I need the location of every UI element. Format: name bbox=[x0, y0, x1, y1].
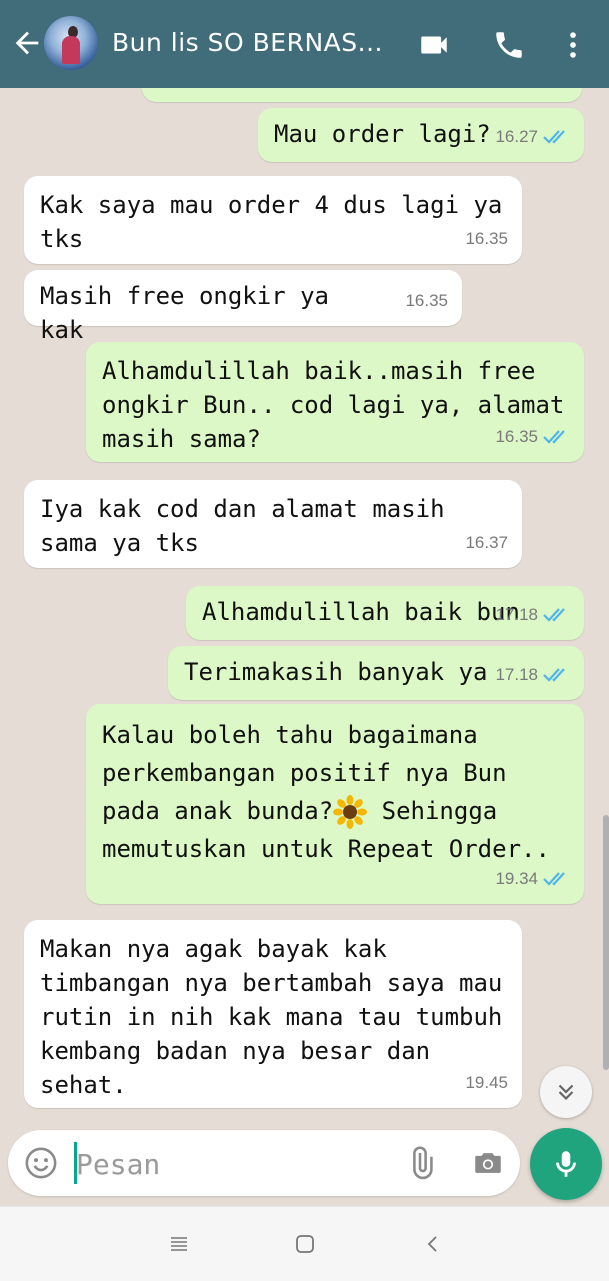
camera-icon[interactable] bbox=[470, 1146, 506, 1180]
nav-back-icon[interactable] bbox=[422, 1233, 444, 1255]
read-ticks-icon bbox=[543, 608, 565, 622]
message-bubble-incoming[interactable]: Makan nya agak bayak kak timbangan nya b… bbox=[24, 920, 522, 1108]
message-meta: 16.35 bbox=[465, 222, 508, 256]
emoji-icon[interactable] bbox=[24, 1146, 58, 1180]
message-input[interactable] bbox=[74, 1142, 378, 1186]
chat-header: Bun lis SO BERNAS... bbox=[0, 0, 609, 88]
message-bubble-outgoing[interactable]: Kalau boleh tahu bagaimana perkembangan … bbox=[86, 704, 584, 904]
more-vert-icon[interactable] bbox=[556, 28, 590, 62]
message-text: Iya kak cod dan alamat masih sama ya tks bbox=[40, 495, 460, 557]
message-bubble-incoming[interactable]: Kak saya mau order 4 dus lagi ya tks 16.… bbox=[24, 176, 522, 264]
message-text: Makan nya agak bayak kak timbangan nya b… bbox=[40, 935, 517, 1099]
message-meta: 16.27 bbox=[495, 120, 570, 154]
message-meta: 16.35 bbox=[495, 420, 570, 454]
video-call-icon[interactable] bbox=[417, 28, 451, 62]
message-time: 16.35 bbox=[405, 291, 448, 310]
message-time: 19.45 bbox=[465, 1073, 508, 1092]
message-meta: 19.34 bbox=[495, 862, 570, 896]
message-time: 19.34 bbox=[495, 869, 538, 888]
scroll-to-bottom-button[interactable] bbox=[540, 1066, 592, 1118]
recent-apps-icon[interactable] bbox=[168, 1233, 190, 1255]
message-meta: 19.45 bbox=[465, 1066, 508, 1100]
home-icon[interactable] bbox=[294, 1233, 316, 1255]
double-chevron-down-icon bbox=[558, 1084, 574, 1101]
attach-icon[interactable] bbox=[404, 1146, 438, 1180]
message-meta: 16.37 bbox=[465, 526, 508, 560]
message-bubble-outgoing[interactable]: Terimakasih banyak ya 17.18 bbox=[168, 646, 584, 700]
message-meta: 17.18 bbox=[495, 598, 570, 632]
message-meta: 16.35 bbox=[405, 284, 448, 318]
message-bubble-outgoing[interactable]: Mau order lagi? 16.27 bbox=[258, 108, 584, 162]
contact-avatar[interactable] bbox=[44, 16, 98, 70]
read-ticks-icon bbox=[543, 668, 565, 682]
chat-thread[interactable]: Mau order lagi? 16.27 Kak saya mau order… bbox=[0, 88, 609, 1128]
phone-icon[interactable] bbox=[492, 28, 526, 62]
mic-icon bbox=[556, 1151, 576, 1177]
contact-name[interactable]: Bun lis SO BERNAS... bbox=[112, 28, 402, 57]
message-bubble-incoming[interactable]: Masih free ongkir ya kak 16.35 bbox=[24, 270, 462, 344]
system-nav-bar bbox=[0, 1206, 609, 1281]
message-time: 17.18 bbox=[495, 665, 538, 684]
read-ticks-icon bbox=[543, 130, 565, 144]
read-ticks-icon bbox=[543, 430, 565, 444]
message-text: Kak saya mau order 4 dus lagi ya tks bbox=[40, 191, 517, 253]
message-bubble-partial bbox=[142, 88, 582, 102]
message-text: Kalau boleh tahu bagaimana perkembangan … bbox=[102, 716, 568, 868]
message-time: 16.35 bbox=[495, 427, 538, 446]
message-time: 17.18 bbox=[495, 605, 538, 624]
chat-scrollbar[interactable] bbox=[603, 815, 609, 1070]
message-bubble-incoming[interactable]: Iya kak cod dan alamat masih sama ya tks… bbox=[24, 480, 522, 568]
message-text: Masih free ongkir ya kak bbox=[40, 282, 344, 344]
message-bubble-outgoing[interactable]: Alhamdulillah baik..masih free ongkir Bu… bbox=[86, 342, 584, 462]
back-arrow-icon[interactable] bbox=[10, 26, 44, 60]
message-time: 16.35 bbox=[465, 229, 508, 248]
mic-button[interactable] bbox=[530, 1128, 602, 1200]
message-time: 16.27 bbox=[495, 127, 538, 146]
message-time: 16.37 bbox=[465, 533, 508, 552]
message-meta: 17.18 bbox=[495, 658, 570, 692]
sunflower-emoji-icon bbox=[333, 795, 368, 829]
message-bubble-outgoing[interactable]: Alhamdulillah baik bun 17.18 bbox=[186, 586, 584, 640]
message-composer bbox=[8, 1130, 520, 1196]
read-ticks-icon bbox=[543, 872, 565, 886]
